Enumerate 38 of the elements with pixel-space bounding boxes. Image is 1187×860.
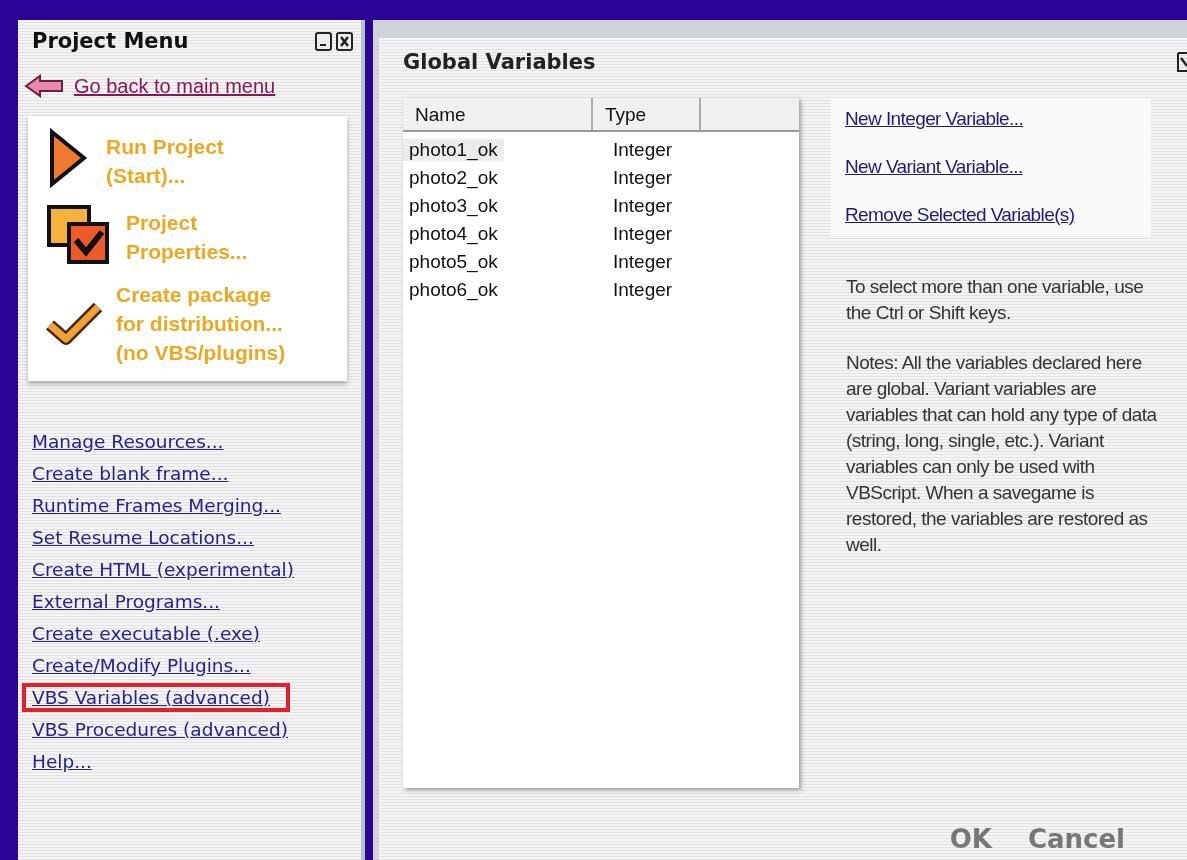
panel-title: Project Menu xyxy=(32,29,189,53)
menu-link[interactable]: Set Resume Locations... xyxy=(30,526,256,548)
menu-link[interactable]: Create blank frame... xyxy=(30,462,231,484)
cancel-button[interactable]: Cancel xyxy=(1027,824,1125,854)
close-icon[interactable] xyxy=(1177,51,1187,73)
back-arrow-icon xyxy=(24,74,64,98)
action-link[interactable]: New Integer Variable... xyxy=(845,108,1137,130)
variable-name[interactable]: photo6_ok xyxy=(403,279,504,301)
menu-link[interactable]: Help... xyxy=(30,750,94,772)
action-link[interactable]: New Variant Variable... xyxy=(845,156,1137,178)
menu-link[interactable]: Create/Modify Plugins... xyxy=(30,654,253,676)
menu-link[interactable]: Runtime Frames Merging... xyxy=(30,494,283,516)
action-link[interactable]: Remove Selected Variable(s) xyxy=(845,204,1137,226)
menu-link[interactable]: External Programs... xyxy=(30,590,222,612)
variable-name[interactable]: photo5_ok xyxy=(403,251,504,273)
notes-text: Notes: All the variables declared here are global. Variant variables are variables that can hold any type of data (string, long, single, etc.). Variant variables can only be used with VBScript. When a savegame is restored, the variables are restored as well. xyxy=(846,351,1158,557)
variable-name[interactable]: photo2_ok xyxy=(403,167,504,189)
close-icon[interactable] xyxy=(336,31,353,51)
back-link[interactable]: Go back to main menu xyxy=(74,74,276,98)
variable-type: Integer xyxy=(612,139,674,161)
dialog-title: Global Variables xyxy=(403,50,596,74)
variable-type: Integer xyxy=(612,195,674,217)
column-header[interactable]: Type xyxy=(593,98,701,130)
variable-type: Integer xyxy=(612,251,674,273)
minimize-icon[interactable] xyxy=(315,31,332,51)
column-header[interactable]: Name xyxy=(403,98,593,130)
variable-name[interactable]: photo1_ok xyxy=(403,139,504,161)
ok-button[interactable]: OK xyxy=(949,824,992,854)
menu-link[interactable]: VBS Procedures (advanced) xyxy=(30,718,290,740)
menu-link[interactable]: Manage Resources... xyxy=(30,430,226,452)
variable-type: Integer xyxy=(612,223,674,245)
variable-type: Integer xyxy=(612,279,674,301)
variable-name[interactable]: photo3_ok xyxy=(403,195,504,217)
variable-name[interactable]: photo4_ok xyxy=(403,223,504,245)
variable-type: Integer xyxy=(612,167,674,189)
hint-text: To select more than one variable, use the Ctrl or Shift keys. xyxy=(846,275,1145,325)
menu-link[interactable]: Create HTML (experimental) xyxy=(30,558,296,580)
menu-link[interactable]: Create executable (.exe) xyxy=(30,622,262,644)
